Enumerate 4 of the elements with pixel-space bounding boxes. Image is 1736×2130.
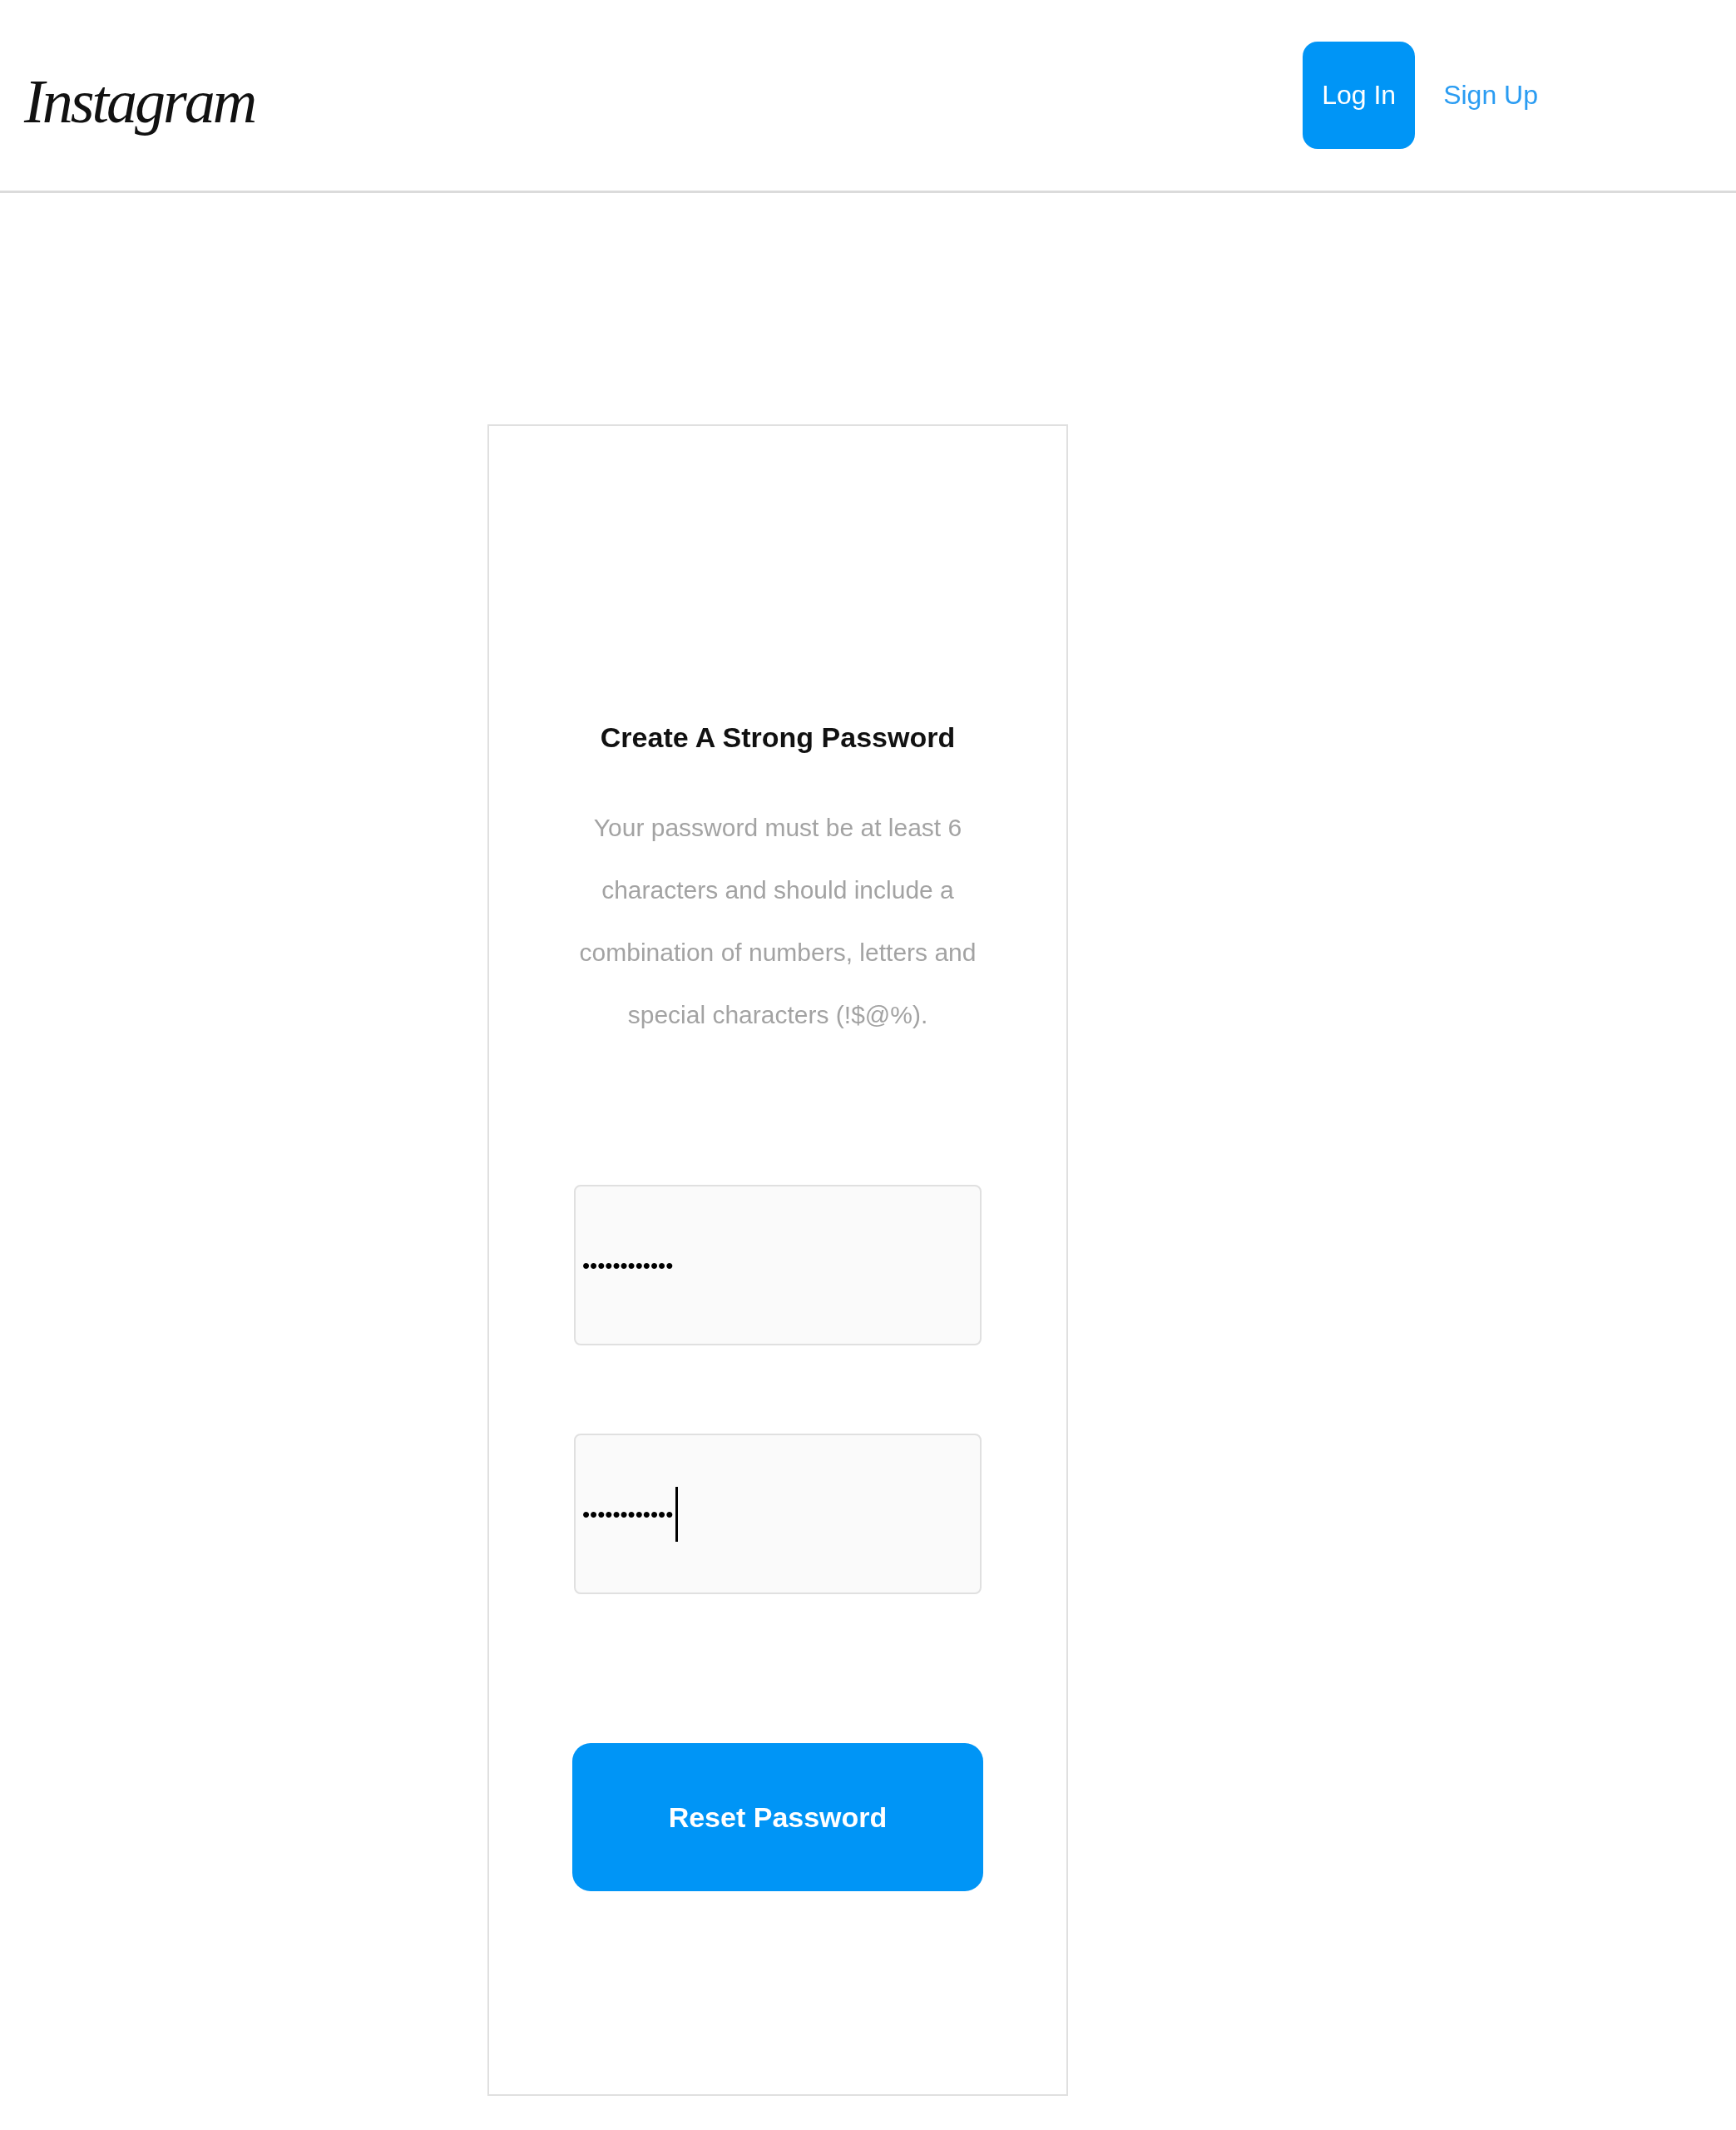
password-field[interactable]: •••••••••••• <box>574 1185 982 1345</box>
password-requirements-text: Your password must be at least 6 characters and should include a combination of numbers, letters and special characters (!$@%). <box>578 813 977 1030</box>
password-field[interactable]: •••••••••••• <box>574 1434 982 1594</box>
card-title: Create A Strong Password <box>600 721 956 755</box>
